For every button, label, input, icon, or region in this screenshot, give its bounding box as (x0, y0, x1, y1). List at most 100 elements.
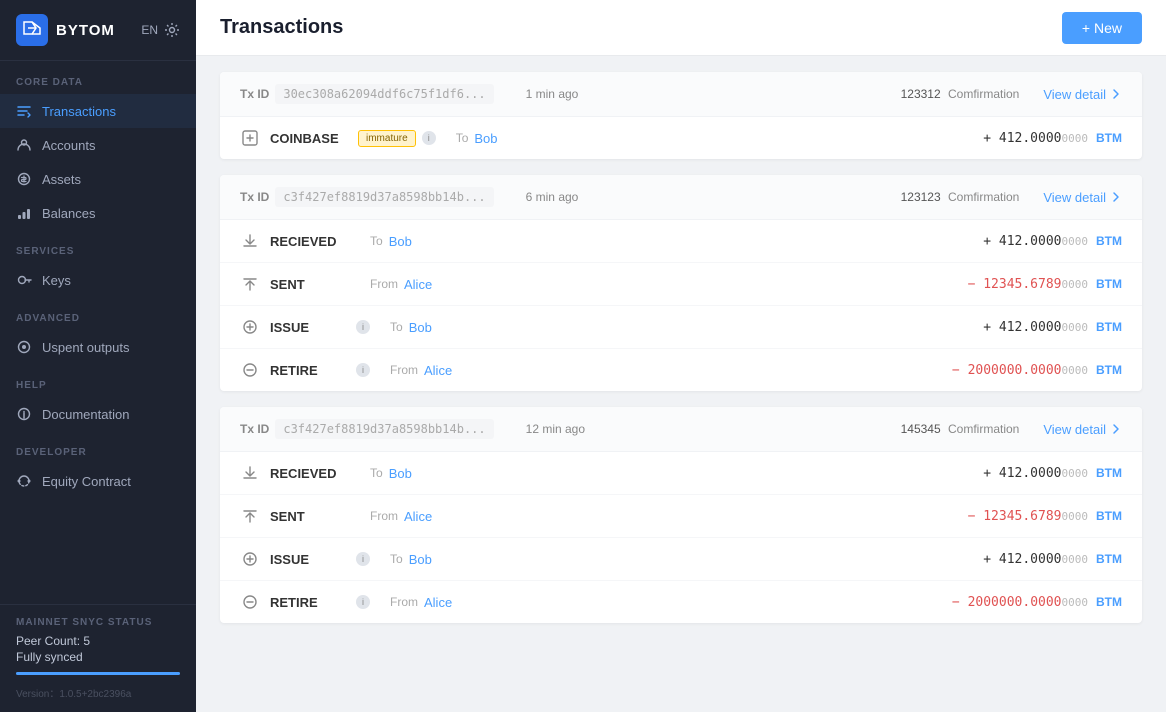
tx-type-retire: RETIRE (270, 595, 350, 610)
tx-direction: To (370, 234, 383, 248)
info-icon[interactable]: i (356, 552, 370, 566)
sidebar-item-transactions[interactable]: Transactions (0, 94, 196, 128)
section-core-data: CORE DATA (0, 61, 196, 94)
accounts-icon (16, 137, 32, 153)
info-icon[interactable]: i (422, 131, 436, 145)
tx-currency: BTM (1096, 509, 1122, 523)
section-help: HELP (0, 364, 196, 397)
tx-type-received: RECIEVED (270, 234, 350, 249)
tx-header-2: Tx ID c3f427ef8819d37a8598bb14b... 12 mi… (220, 407, 1142, 452)
tx-currency: BTM (1096, 466, 1122, 480)
tx-view-detail-2[interactable]: View detail (1043, 422, 1122, 437)
amount-sign: + (983, 131, 999, 146)
tx-view-detail-0[interactable]: View detail (1043, 87, 1122, 102)
sync-peer-count: Peer Count: 5 (16, 634, 180, 648)
tx-sender-alice[interactable]: Alice (424, 595, 452, 610)
tx-time-2: 12 min ago (526, 422, 585, 436)
tx-id-value-0: 30ec308a62094ddf6c75f1df6... (275, 84, 493, 104)
top-bar: Transactions + New (196, 0, 1166, 56)
settings-icon[interactable] (164, 22, 180, 38)
tx-currency: BTM (1096, 131, 1122, 145)
sync-progress-fill (16, 672, 180, 675)
sidebar-item-accounts[interactable]: Accounts (0, 128, 196, 162)
issue-icon (240, 317, 260, 337)
tx-sender-alice[interactable]: Alice (404, 509, 432, 524)
tx-icon (16, 103, 32, 119)
sync-progress-bg (16, 672, 180, 675)
tx-recipient-name[interactable]: Bob (474, 131, 497, 146)
tx-badge-immature: immature (358, 130, 416, 147)
lang-settings: EN (141, 22, 180, 38)
sync-status-section: MAINNET SNYC STATUS Peer Count: 5 Fully … (0, 604, 196, 712)
sidebar-item-assets[interactable]: Assets (0, 162, 196, 196)
tx-recipient-bob[interactable]: Bob (409, 320, 432, 335)
tx-recipient-bob[interactable]: Bob (389, 234, 412, 249)
tx-id-value-1: c3f427ef8819d37a8598bb14b... (275, 187, 493, 207)
sidebar-item-docs[interactable]: Documentation (0, 397, 196, 431)
tx-type-issue: ISSUE (270, 320, 350, 335)
section-advanced: ADVANCED (0, 297, 196, 330)
main-content: Transactions + New Tx ID 30ec308a62094dd… (196, 0, 1166, 712)
unspent-icon (16, 339, 32, 355)
tx-sender-alice[interactable]: Alice (424, 363, 452, 378)
version-label: Version：1.0.5+2bc2396a (16, 685, 180, 700)
tx-id-label-1: Tx ID (240, 190, 269, 204)
tx-id-label-0: Tx ID (240, 87, 269, 101)
sidebar-item-transactions-label: Transactions (42, 104, 116, 119)
sidebar-item-keys[interactable]: Keys (0, 263, 196, 297)
sidebar-item-unspent[interactable]: Uspent outputs (0, 330, 196, 364)
chevron-right-icon (1110, 191, 1122, 203)
lang-label[interactable]: EN (141, 23, 158, 37)
retire-icon (240, 592, 260, 612)
tx-amount: + 412.00000000 (983, 552, 1088, 567)
issue-icon (240, 549, 260, 569)
tx-amount: + 412.00000000 (983, 131, 1088, 146)
tx-row: RETIRE i From Alice − 2000000.00000000 B… (220, 349, 1142, 391)
tx-amount: + 412.00000000 (983, 466, 1088, 481)
tx-type-label: COINBASE (270, 131, 350, 146)
sidebar-logo: BYTOM EN (0, 0, 196, 61)
tx-currency: BTM (1096, 595, 1122, 609)
tx-confirm-num-0: 123312 (901, 87, 941, 101)
tx-direction: From (370, 277, 398, 291)
docs-icon (16, 406, 32, 422)
balances-icon (16, 205, 32, 221)
tx-amount: + 412.00000000 (983, 234, 1088, 249)
tx-view-detail-1[interactable]: View detail (1043, 190, 1122, 205)
tx-recipient-bob[interactable]: Bob (409, 552, 432, 567)
tx-confirm-label-0: Comfirmation (948, 87, 1019, 101)
sidebar: BYTOM EN CORE DATA Transactions Accounts… (0, 0, 196, 712)
sidebar-item-balances-label: Balances (42, 206, 95, 221)
info-icon[interactable]: i (356, 363, 370, 377)
tx-time-1: 6 min ago (526, 190, 579, 204)
tx-currency: BTM (1096, 277, 1122, 291)
logo-text: BYTOM (56, 22, 115, 39)
bytom-logo-icon (16, 14, 48, 46)
info-icon[interactable]: i (356, 595, 370, 609)
tx-recipient-bob[interactable]: Bob (389, 466, 412, 481)
received-icon (240, 231, 260, 251)
sidebar-item-docs-label: Documentation (42, 407, 129, 422)
sidebar-item-unspent-label: Uspent outputs (42, 340, 129, 355)
received-icon (240, 463, 260, 483)
tx-header-1: Tx ID c3f427ef8819d37a8598bb14b... 6 min… (220, 175, 1142, 220)
tx-row: RETIRE i From Alice − 2000000.00000000 B… (220, 581, 1142, 623)
tx-row: SENT From Alice − 12345.67890000 BTM (220, 495, 1142, 538)
info-icon[interactable]: i (356, 320, 370, 334)
sidebar-item-balances[interactable]: Balances (0, 196, 196, 230)
tx-type-sent: SENT (270, 509, 350, 524)
tx-direction: To (456, 131, 469, 145)
equity-icon (16, 473, 32, 489)
tx-currency: BTM (1096, 363, 1122, 377)
tx-id-label-2: Tx ID (240, 422, 269, 436)
tx-row: RECIEVED To Bob + 412.00000000 BTM (220, 220, 1142, 263)
new-button[interactable]: + New (1062, 12, 1142, 44)
sidebar-item-keys-label: Keys (42, 273, 71, 288)
sidebar-item-equity[interactable]: Equity Contract (0, 464, 196, 498)
tx-row: SENT From Alice − 12345.67890000 BTM (220, 263, 1142, 306)
content-area: Tx ID 30ec308a62094ddf6c75f1df6... 1 min… (196, 56, 1166, 712)
retire-icon (240, 360, 260, 380)
tx-sender-alice[interactable]: Alice (404, 277, 432, 292)
chevron-right-icon (1110, 423, 1122, 435)
section-developer: DEVELOPER (0, 431, 196, 464)
